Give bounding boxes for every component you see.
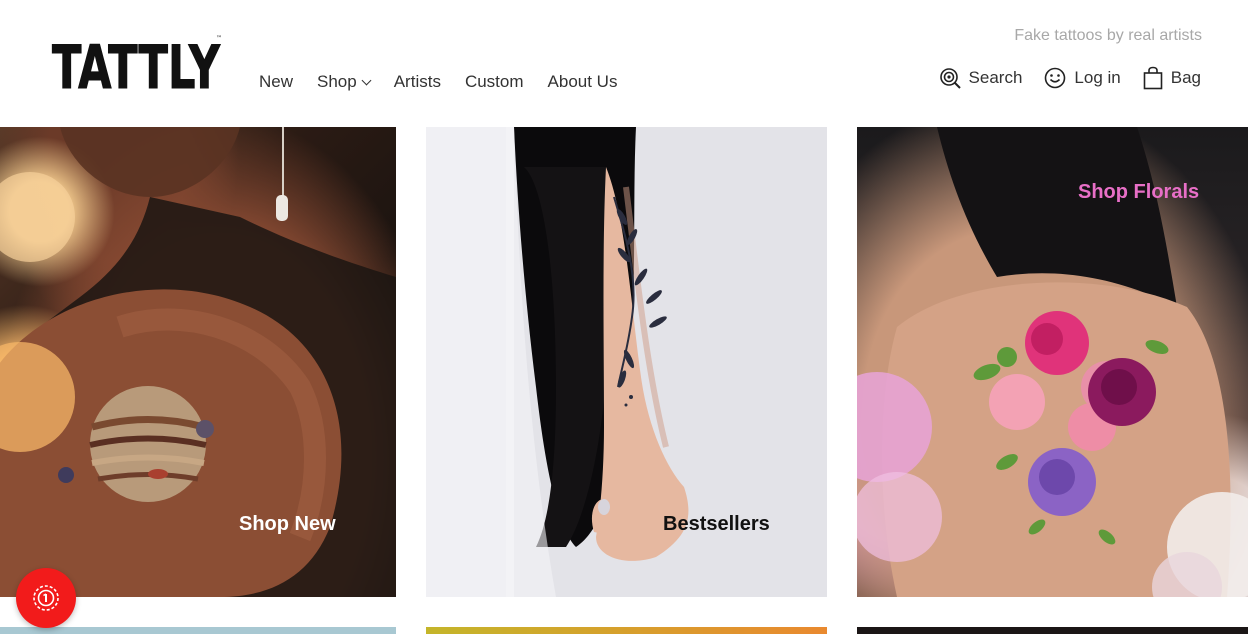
floating-rewards-button[interactable] [16, 568, 76, 628]
login-label: Log in [1074, 68, 1121, 87]
bag-icon [1143, 66, 1163, 90]
svg-text:™: ™ [216, 35, 222, 42]
svg-text:TATTLY: TATTLY [52, 33, 221, 96]
panel-label-shop-new: Shop New [239, 513, 336, 535]
logo-wordmark: TATTLY ™ [52, 33, 223, 97]
nav-about-us[interactable]: About Us [548, 72, 618, 92]
nav-shop-label: Shop [317, 72, 357, 91]
nav-custom-label: Custom [464, 72, 524, 91]
utility-nav: Search Log in Bag [917, 66, 1201, 90]
grid-row2-panel-3[interactable] [857, 627, 1248, 634]
hero-panel-shop-new[interactable]: Shop New [0, 127, 396, 597]
grid-row2-panel-2[interactable] [426, 627, 827, 634]
bag-button[interactable]: Bag [1143, 66, 1201, 90]
tagline: Fake tattoos by real artists [1014, 27, 1202, 44]
badge-icon [33, 585, 59, 611]
nav-artists[interactable]: Artists [394, 72, 441, 92]
grid-row2-panel-1[interactable] [0, 627, 396, 634]
nav-new-label: New [259, 72, 294, 91]
hero-panel-shop-florals[interactable]: Shop Florals [857, 127, 1248, 597]
tattly-logo[interactable]: TATTLY ™ [50, 28, 223, 97]
smiley-icon [1045, 67, 1066, 89]
nav-about-us-label: About Us [547, 72, 618, 91]
nav-new[interactable]: New [259, 72, 293, 92]
search-button[interactable]: Search [939, 67, 1023, 89]
site-header: TATTLY ™ New Shop Artists Custom About U… [0, 0, 1248, 127]
nav-custom[interactable]: Custom [465, 72, 524, 92]
chevron-down-icon [361, 75, 372, 85]
bag-label: Bag [1170, 68, 1201, 87]
main-nav: New Shop Artists Custom About Us [259, 72, 641, 92]
hero-image-planet-shoulder [0, 127, 396, 597]
search-label: Search [968, 68, 1023, 87]
hero-panel-bestsellers[interactable]: Bestsellers [426, 127, 827, 597]
login-button[interactable]: Log in [1044, 67, 1121, 89]
panel-label-bestsellers: Bestsellers [663, 513, 770, 535]
search-icon [939, 68, 961, 89]
panel-label-shop-florals: Shop Florals [1078, 181, 1200, 203]
nav-artists-label: Artists [393, 72, 441, 91]
nav-shop[interactable]: Shop [317, 72, 372, 92]
